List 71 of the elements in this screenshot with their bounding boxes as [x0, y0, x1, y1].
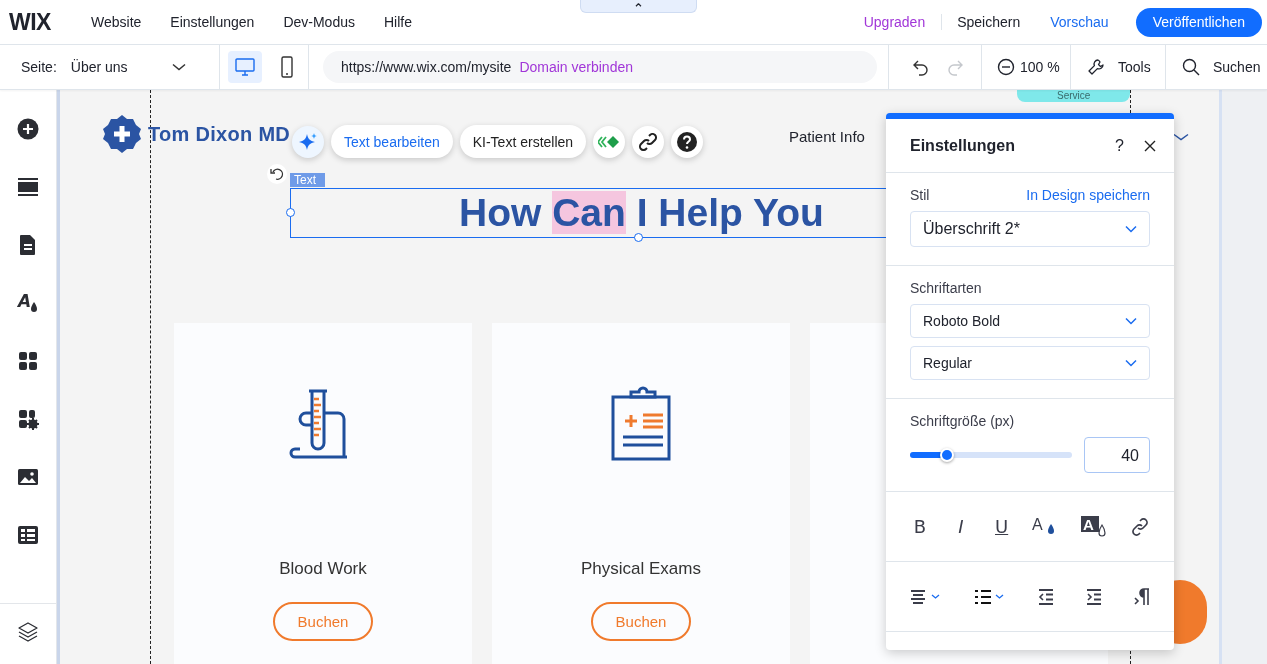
- page-dropdown[interactable]: Über uns: [70, 59, 186, 75]
- card-title: Physical Exams: [581, 559, 701, 579]
- indent-icon[interactable]: [1086, 588, 1102, 605]
- rotate-icon[interactable]: [267, 164, 287, 184]
- tools-button[interactable]: Tools: [1071, 45, 1166, 89]
- monitor-icon: [233, 55, 257, 79]
- resize-handle[interactable]: [286, 208, 295, 217]
- font-dropdown[interactable]: Regular: [910, 346, 1150, 380]
- preview-link[interactable]: Vorschau: [1035, 14, 1124, 30]
- panel-title: Einstellungen: [910, 136, 1016, 155]
- card-title: Blood Work: [279, 559, 367, 579]
- upgrade-link[interactable]: Upgraden: [848, 14, 943, 30]
- italic-button[interactable]: I: [950, 516, 971, 537]
- sections-icon[interactable]: [17, 176, 39, 198]
- field-label: Stil: [910, 187, 930, 203]
- publish-button[interactable]: Veröffentlichen: [1135, 7, 1262, 37]
- chevron-down-icon: [1173, 133, 1189, 141]
- underline-button[interactable]: U: [991, 516, 1012, 537]
- heading[interactable]: How Can I Help You: [459, 191, 824, 235]
- size-field[interactable]: 40: [1084, 437, 1150, 473]
- domain-link[interactable]: Domain verbinden: [519, 59, 633, 75]
- medical-cross-icon: [102, 114, 142, 154]
- resize-handle[interactable]: [634, 233, 643, 242]
- menu-item[interactable]: Hilfe: [384, 14, 412, 30]
- apps-icon[interactable]: [17, 350, 39, 372]
- nav-link[interactable]: Patient Info: [789, 128, 865, 145]
- table-icon[interactable]: [17, 524, 39, 546]
- site-title: Tom Dixon MD: [148, 123, 291, 146]
- field-label: Schriftarten: [910, 280, 983, 296]
- ai-text-button[interactable]: KI-Text erstellen: [459, 125, 587, 158]
- layers-icon[interactable]: [17, 621, 39, 643]
- outdent-icon[interactable]: [1038, 588, 1054, 605]
- url-text: https://www.wix.com/mysite: [341, 59, 512, 75]
- zoom-button[interactable]: 100 %: [982, 45, 1071, 89]
- menu-item[interactable]: Website: [91, 14, 142, 30]
- wrench-icon: [1087, 58, 1105, 76]
- edit-text-button[interactable]: Text bearbeiten: [331, 125, 453, 158]
- help-button[interactable]: ?: [1115, 136, 1124, 155]
- close-icon[interactable]: [1144, 139, 1156, 152]
- search-button[interactable]: Suchen: [1166, 45, 1261, 89]
- menu-item[interactable]: Einstellungen: [170, 14, 255, 30]
- zoom-out-icon: [997, 58, 1015, 76]
- collapse-tab[interactable]: ⌃: [580, 0, 697, 13]
- chevron-down-icon: [1125, 225, 1137, 233]
- animation-icon[interactable]: [598, 134, 621, 149]
- align-center-icon[interactable]: [910, 588, 942, 605]
- field-label: Schriftgröße (px): [910, 413, 1016, 429]
- desktop-view-button[interactable]: [228, 51, 262, 83]
- help-icon[interactable]: [677, 131, 698, 152]
- paragraph-direction-icon[interactable]: [1134, 587, 1150, 606]
- blocks-gear-icon[interactable]: [17, 408, 39, 430]
- style-dropdown[interactable]: Überschrift 2*: [910, 211, 1150, 247]
- element-label: Text: [290, 173, 325, 187]
- link-icon[interactable]: [639, 132, 658, 151]
- font-dropdown[interactable]: Roboto Bold: [910, 304, 1150, 338]
- image-icon[interactable]: [17, 466, 39, 488]
- chevron-down-icon: [1125, 359, 1137, 367]
- section-tag[interactable]: Service: [1017, 90, 1131, 102]
- wix-logo[interactable]: WIX: [9, 8, 57, 36]
- bold-button[interactable]: B: [910, 516, 930, 537]
- link-icon[interactable]: [1130, 516, 1150, 537]
- chevron-down-icon: [1125, 317, 1137, 325]
- bullet-list-icon[interactable]: [974, 588, 1006, 605]
- menu-item[interactable]: Dev-Modus: [283, 14, 355, 30]
- search-icon: [1182, 58, 1200, 76]
- size-slider[interactable]: [910, 448, 1072, 462]
- add-icon[interactable]: [17, 118, 39, 140]
- save-design-link[interactable]: In Design speichern: [1026, 187, 1150, 203]
- chevron-down-icon: [171, 63, 186, 71]
- save-link[interactable]: Speichern: [942, 14, 1036, 30]
- page-label: Seite:: [21, 59, 57, 75]
